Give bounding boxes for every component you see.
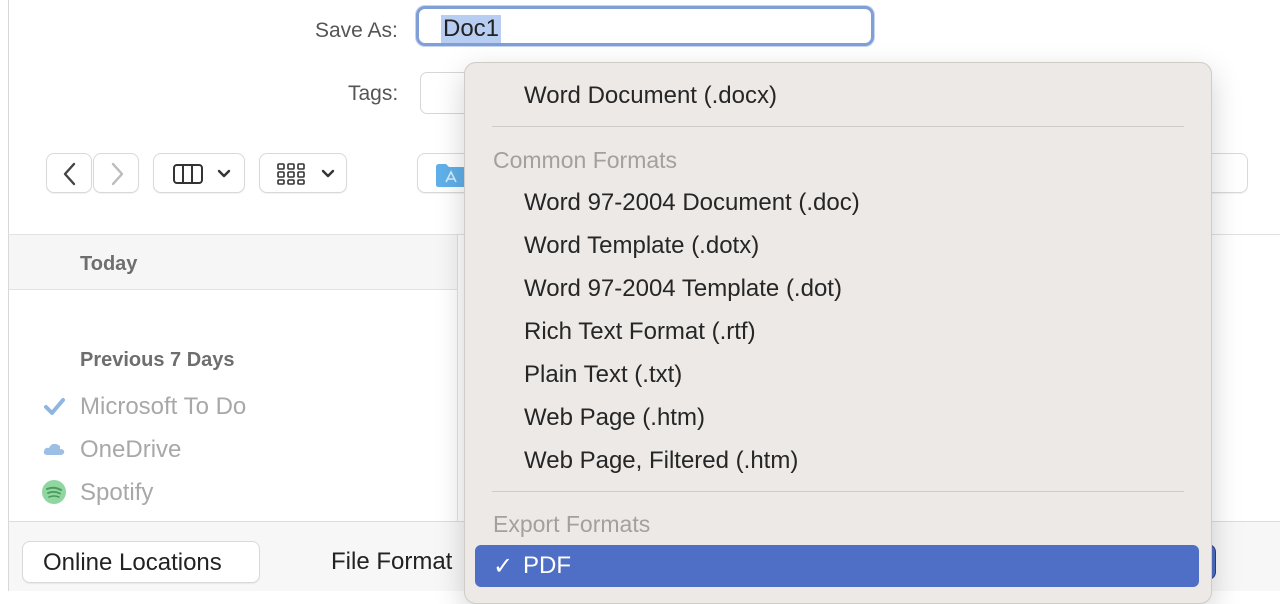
online-locations-label: Online Locations bbox=[43, 549, 222, 576]
save-as-value[interactable]: Doc1 bbox=[441, 15, 502, 43]
section-header-today: Today bbox=[80, 253, 138, 275]
chevron-right-icon bbox=[111, 162, 124, 186]
window-left-edge bbox=[8, 0, 9, 591]
back-button[interactable] bbox=[46, 153, 92, 193]
menu-item-word-97-2004-document[interactable]: Word 97-2004 Document (.doc) bbox=[524, 188, 860, 218]
checkmark-icon bbox=[41, 393, 67, 419]
online-locations-button[interactable]: Online Locations bbox=[22, 541, 260, 583]
menu-item-web-page[interactable]: Web Page (.htm) bbox=[524, 403, 705, 433]
cloud-icon bbox=[41, 436, 67, 462]
sidebar-item-spotify[interactable]: Spotify bbox=[80, 479, 153, 507]
group-button[interactable] bbox=[259, 153, 347, 193]
columns-view-icon bbox=[173, 164, 203, 184]
tags-label: Tags: bbox=[348, 82, 399, 105]
applications-folder-icon bbox=[436, 164, 466, 187]
chevron-down-icon bbox=[217, 169, 231, 178]
menu-item-word-97-2004-template[interactable]: Word 97-2004 Template (.dot) bbox=[524, 274, 842, 304]
menu-separator bbox=[492, 126, 1184, 127]
menu-item-pdf-label: PDF bbox=[523, 552, 571, 579]
chevron-down-icon bbox=[321, 169, 335, 178]
sidebar-item-onedrive[interactable]: OneDrive bbox=[80, 436, 181, 464]
menu-header-export-formats: Export Formats bbox=[493, 511, 651, 537]
sidebar-item-microsoft-to-do[interactable]: Microsoft To Do bbox=[80, 393, 246, 421]
menu-item-web-page-filtered[interactable]: Web Page, Filtered (.htm) bbox=[524, 446, 798, 476]
forward-button[interactable] bbox=[93, 153, 139, 193]
menu-item-word-template[interactable]: Word Template (.dotx) bbox=[524, 231, 759, 261]
save-as-input[interactable]: Doc1 bbox=[416, 6, 874, 46]
grid-icon bbox=[277, 163, 305, 185]
section-header-previous-7-days: Previous 7 Days bbox=[80, 349, 235, 371]
checkmark-icon: ✓ bbox=[493, 553, 514, 580]
today-header-divider bbox=[9, 289, 457, 290]
save-as-label: Save As: bbox=[315, 19, 398, 42]
menu-header-common-formats: Common Formats bbox=[493, 147, 678, 173]
menu-item-pdf[interactable]: ✓ PDF bbox=[475, 545, 1199, 587]
view-columns-button[interactable] bbox=[153, 153, 245, 193]
chevron-left-icon bbox=[63, 162, 76, 186]
menu-item-rich-text-format[interactable]: Rich Text Format (.rtf) bbox=[524, 317, 756, 347]
sidebar-divider bbox=[457, 234, 458, 522]
today-header-background bbox=[9, 235, 457, 289]
spotify-icon bbox=[41, 479, 67, 505]
menu-item-plain-text[interactable]: Plain Text (.txt) bbox=[524, 360, 682, 390]
file-format-menu: Word Document (.docx) Common Formats Wor… bbox=[464, 62, 1212, 604]
file-format-label: File Format bbox=[331, 548, 453, 575]
menu-separator bbox=[492, 491, 1184, 492]
menu-item-word-document[interactable]: Word Document (.docx) bbox=[524, 81, 777, 111]
